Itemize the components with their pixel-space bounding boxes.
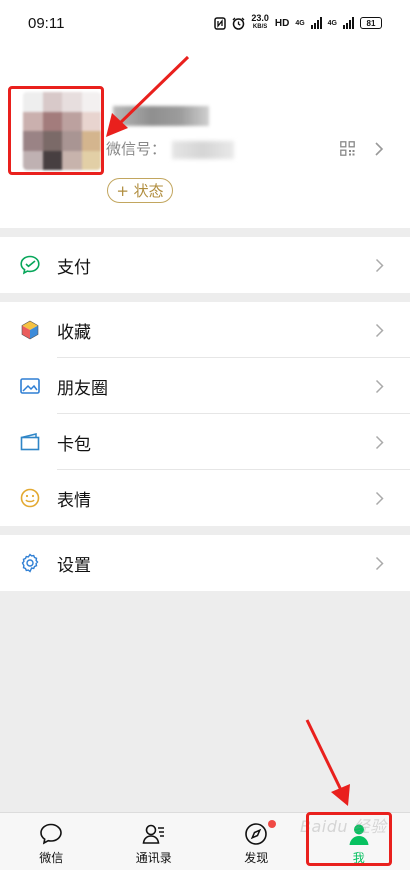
wechat-pay-icon bbox=[20, 255, 40, 275]
chevron-right-icon bbox=[375, 142, 384, 156]
chevron-right-icon bbox=[375, 258, 384, 272]
notification-dot bbox=[268, 820, 276, 828]
menu-label: 表情 bbox=[57, 490, 91, 511]
tab-contacts[interactable]: 通讯录 bbox=[103, 813, 206, 870]
menu-item-moments[interactable]: 朋友圈 bbox=[0, 358, 410, 414]
menu-item-stickers[interactable]: 表情 bbox=[0, 470, 410, 526]
network-type-2: 4G bbox=[327, 19, 337, 27]
network-type-1: 4G bbox=[295, 19, 305, 27]
smiley-icon bbox=[20, 488, 40, 508]
network-speed: 23.0 KB/S bbox=[251, 13, 269, 31]
nickname-redacted bbox=[113, 106, 209, 126]
tab-discover[interactable]: 发现 bbox=[205, 813, 308, 870]
status-bar: 09:11 23.0 KB/S HD 4G 4G 81 bbox=[0, 0, 410, 46]
signal-icon-1 bbox=[310, 17, 322, 29]
nfc-icon bbox=[214, 16, 227, 30]
wechat-id-label: 微信号： bbox=[106, 140, 167, 158]
chat-bubble-icon bbox=[40, 823, 63, 845]
card-wallet-icon bbox=[20, 433, 40, 451]
menu-label: 收藏 bbox=[57, 322, 91, 343]
contacts-icon bbox=[142, 824, 164, 844]
annotation-box-me-tab bbox=[306, 812, 392, 866]
tab-label: 通讯录 bbox=[135, 851, 172, 865]
hd-indicator: HD bbox=[274, 17, 290, 29]
menu-item-cards[interactable]: 卡包 bbox=[0, 414, 410, 470]
menu-label: 支付 bbox=[57, 257, 91, 278]
signal-icon-2 bbox=[343, 17, 354, 29]
favorites-cube-icon bbox=[21, 320, 39, 340]
compass-icon bbox=[245, 823, 268, 845]
alarm-icon bbox=[232, 17, 245, 30]
menu-label: 朋友圈 bbox=[57, 378, 108, 399]
clock: 09:11 bbox=[28, 14, 65, 32]
wechat-me-screen: 09:11 23.0 KB/S HD 4G 4G 81 微信号： + 状态 支付… bbox=[0, 0, 410, 870]
tab-label: 微信 bbox=[39, 851, 64, 865]
chevron-right-icon bbox=[375, 556, 384, 570]
battery-icon: 81 bbox=[360, 17, 382, 29]
chevron-right-icon bbox=[375, 379, 384, 393]
tab-label: 发现 bbox=[244, 851, 269, 865]
menu-item-favorites[interactable]: 收藏 bbox=[0, 302, 410, 358]
chevron-right-icon bbox=[375, 491, 384, 505]
menu-label: 卡包 bbox=[57, 434, 91, 455]
tab-chats[interactable]: 微信 bbox=[0, 813, 103, 870]
status-icons: 23.0 KB/S HD 4G 4G 81 bbox=[214, 14, 382, 32]
moments-image-icon bbox=[20, 378, 40, 394]
wechat-id-redacted bbox=[172, 141, 234, 159]
chevron-right-icon bbox=[375, 435, 384, 449]
qr-code-icon[interactable] bbox=[340, 141, 355, 156]
menu-item-settings[interactable]: 设置 bbox=[0, 535, 410, 591]
annotation-box-avatar bbox=[8, 86, 104, 175]
gear-icon bbox=[21, 553, 39, 573]
menu-item-pay[interactable]: 支付 bbox=[0, 237, 410, 293]
chevron-right-icon bbox=[375, 323, 384, 337]
add-status-button[interactable]: + 状态 bbox=[107, 178, 173, 203]
menu-label: 设置 bbox=[57, 555, 91, 576]
